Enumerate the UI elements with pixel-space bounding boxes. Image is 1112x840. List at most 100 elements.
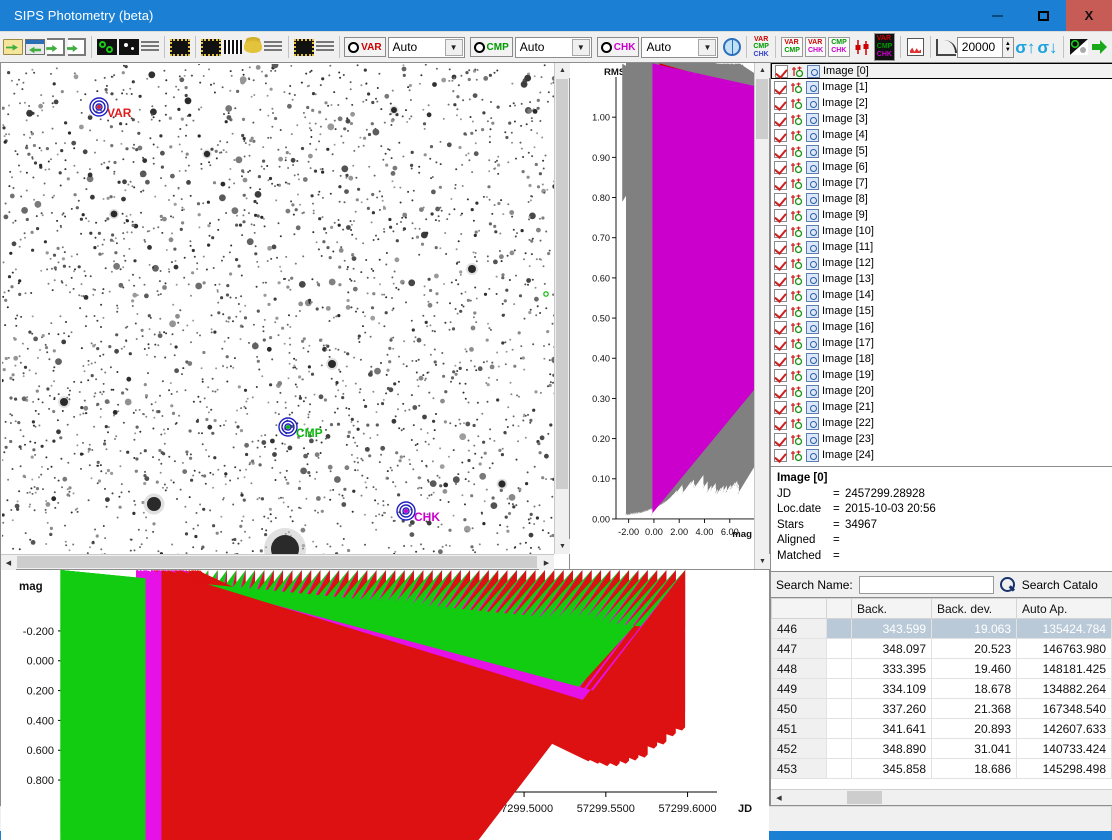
light-curve-panel[interactable]: -0.2000.0000.2000.4000.6000.80057299.250… <box>0 570 770 806</box>
close-button[interactable]: X <box>1066 0 1112 31</box>
scroll-left-button[interactable]: ◀ <box>1 555 16 570</box>
blue-chip-button[interactable] <box>294 34 314 60</box>
table-hscroll-thumb[interactable] <box>847 791 882 804</box>
table-row[interactable]: 453345.85818.686145298.498 <box>772 759 1112 779</box>
image-list-item[interactable]: Image [24] <box>771 447 1112 463</box>
error-bars-button[interactable] <box>852 34 872 60</box>
image-enabled-checkbox[interactable] <box>774 273 787 286</box>
image-enabled-checkbox[interactable] <box>774 385 787 398</box>
table-row[interactable]: 446343.59919.063135424.784 <box>772 619 1112 639</box>
image-enabled-checkbox[interactable] <box>774 337 787 350</box>
image-enabled-checkbox[interactable] <box>774 225 787 238</box>
legend-button[interactable]: VAR CMP CHK <box>874 34 896 60</box>
image-enabled-checkbox[interactable] <box>774 97 787 110</box>
image-list-item[interactable]: Image [2] <box>771 95 1112 111</box>
image-enabled-checkbox[interactable] <box>774 241 787 254</box>
fits-hscroll-thumb[interactable] <box>17 556 537 568</box>
image-list-item[interactable]: Image [5] <box>771 143 1112 159</box>
image-list-item[interactable]: Image [10] <box>771 223 1112 239</box>
image-enabled-checkbox[interactable] <box>774 129 787 142</box>
image-list-item[interactable]: Image [1] <box>771 79 1112 95</box>
apply-blue-button[interactable] <box>316 34 334 60</box>
table-row[interactable]: 452348.89031.041140733.424 <box>772 739 1112 759</box>
table-row[interactable]: 450337.26021.368167348.540 <box>772 699 1112 719</box>
image-enabled-checkbox[interactable] <box>774 177 787 190</box>
image-enabled-checkbox[interactable] <box>774 321 787 334</box>
toggle-display-button[interactable] <box>1069 34 1089 60</box>
image-enabled-checkbox[interactable] <box>774 289 787 302</box>
profile-button[interactable] <box>223 34 241 60</box>
plot-var-chk-button[interactable]: VAR CHK <box>805 34 826 60</box>
chevron-down-icon[interactable]: ▼ <box>572 39 590 56</box>
image-enabled-checkbox[interactable] <box>774 81 787 94</box>
plot-var-cmp-button[interactable]: VAR CMP <box>781 34 803 60</box>
image-list-item[interactable]: Image [23] <box>771 431 1112 447</box>
image-list-item[interactable]: Image [6] <box>771 159 1112 175</box>
match-button[interactable] <box>170 34 190 60</box>
scroll-up-button[interactable]: ▲ <box>555 63 570 78</box>
image-enabled-checkbox[interactable] <box>774 449 787 462</box>
image-list-item[interactable]: Image [18] <box>771 351 1112 367</box>
scroll-left-button[interactable]: ◀ <box>771 790 787 806</box>
var-combo[interactable]: Auto ▼ <box>388 37 465 58</box>
fits-image-viewport[interactable]: VARCMPCHK <box>2 64 554 554</box>
var-cmp-stack-button[interactable]: VAR CMP CHK <box>752 34 770 60</box>
fits-vscroll-thumb[interactable] <box>556 79 568 489</box>
chk-combo[interactable]: Auto ▼ <box>641 37 718 58</box>
rms-vscroll-thumb[interactable] <box>756 79 768 139</box>
catalog-col-back[interactable]: Back. <box>852 599 932 619</box>
catalog-col-blank[interactable] <box>827 599 852 619</box>
maximize-button[interactable] <box>1020 0 1066 31</box>
image-list-item[interactable]: Image [17] <box>771 335 1112 351</box>
image-enabled-checkbox[interactable] <box>774 161 787 174</box>
image-list-item[interactable]: Image [22] <box>771 415 1112 431</box>
apply-target-button[interactable] <box>264 34 282 60</box>
cmp-combo[interactable]: Auto ▼ <box>515 37 592 58</box>
image-enabled-checkbox[interactable] <box>774 417 787 430</box>
image-enabled-checkbox[interactable] <box>774 433 787 446</box>
table-row[interactable]: 448333.39519.460148181.425 <box>772 659 1112 679</box>
catalog-col-back-dev[interactable]: Back. dev. <box>932 599 1017 619</box>
report-button[interactable] <box>906 34 924 60</box>
curve-button[interactable] <box>936 34 956 60</box>
star-field-image[interactable] <box>2 64 554 554</box>
plot-cmp-chk-button[interactable]: CMP CHK <box>828 34 850 60</box>
image-list-item[interactable]: Image [13] <box>771 271 1112 287</box>
image-list-item[interactable]: Image [11] <box>771 239 1112 255</box>
table-row[interactable]: 449334.10918.678134882.264 <box>772 679 1112 699</box>
fits-horizontal-scrollbar[interactable]: ◀ ▶ <box>1 554 554 569</box>
threshold-stepper[interactable]: ▲▼ <box>1003 37 1015 58</box>
table-row[interactable]: 447348.09720.523146763.980 <box>772 639 1112 659</box>
image-list-item[interactable]: Image [20] <box>771 383 1112 399</box>
image-enabled-checkbox[interactable] <box>774 209 787 222</box>
sigma-down-button[interactable]: σ↓ <box>1037 34 1057 60</box>
image-list-item[interactable]: Image [15] <box>771 303 1112 319</box>
image-list-item[interactable]: Image [19] <box>771 367 1112 383</box>
image-enabled-checkbox[interactable] <box>774 353 787 366</box>
image-list-item[interactable]: Image [7] <box>771 175 1112 191</box>
image-enabled-checkbox[interactable] <box>774 257 787 270</box>
catalog-col-index[interactable] <box>772 599 827 619</box>
image-list-item[interactable]: Image [3] <box>771 111 1112 127</box>
stepper-down-icon[interactable]: ▼ <box>1005 47 1011 53</box>
fits-vertical-scrollbar[interactable]: ▲ ▼ <box>554 63 569 554</box>
search-icon[interactable] <box>1000 577 1016 593</box>
image-list-item[interactable]: Image [9] <box>771 207 1112 223</box>
image-list-item[interactable]: Image [21] <box>771 399 1112 415</box>
scroll-down-button[interactable]: ▼ <box>755 554 770 569</box>
catalog-col-auto-ap[interactable]: Auto Ap. <box>1017 599 1112 619</box>
chevron-down-icon[interactable]: ▼ <box>698 39 716 56</box>
catalog-table-panel[interactable]: Back.Back. dev.Auto Ap.A 446343.59919.06… <box>770 598 1112 806</box>
search-input[interactable] <box>859 576 994 594</box>
image-list-item[interactable]: Image [0] <box>771 63 1112 79</box>
dark-frame-button[interactable] <box>119 34 139 60</box>
image-list-item[interactable]: Image [8] <box>771 191 1112 207</box>
sigma-up-button[interactable]: σ↑ <box>1015 34 1035 60</box>
fits-image-panel[interactable]: VARCMPCHK ▲ ▼ ◀ ▶ <box>0 62 570 570</box>
chevron-down-icon[interactable]: ▼ <box>445 39 463 56</box>
table-row[interactable]: 451341.64120.893142607.633 <box>772 719 1112 739</box>
search-catalog-button[interactable]: Search Catalo <box>1022 578 1098 592</box>
table-horizontal-scrollbar[interactable]: ◀ ▶ <box>771 789 1112 805</box>
image-list-item[interactable]: Image [12] <box>771 255 1112 271</box>
scroll-down-button[interactable]: ▼ <box>555 539 570 554</box>
